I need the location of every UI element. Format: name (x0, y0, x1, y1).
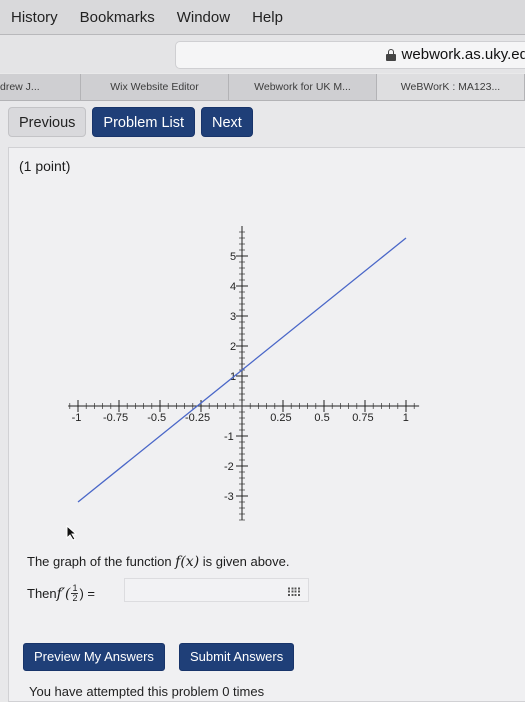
y-tick-label: 2 (230, 341, 236, 353)
address-bar-row: webwork.as.uky.ed (0, 35, 525, 73)
y-tick-label: -3 (224, 491, 234, 503)
attempt-count-text: You have attempted this problem 0 times (29, 684, 265, 699)
tab-drew[interactable]: drew J... (0, 74, 81, 100)
mouse-cursor-icon (66, 525, 78, 541)
function-graph: -1-0.75-0.5-0.250.250.50.75154321-1-2-3 (68, 226, 420, 521)
tab-wix-editor[interactable]: Wix Website Editor (81, 74, 229, 100)
y-tick-label: -2 (224, 461, 234, 473)
problem-points: (1 point) (19, 158, 71, 174)
menu-bookmarks[interactable]: Bookmarks (69, 9, 166, 26)
previous-button[interactable]: Previous (8, 107, 87, 137)
derivative-symbol: f′( (56, 585, 71, 602)
statement-pre: The graph of the function (27, 554, 176, 569)
problem-nav: Previous Problem List Next (8, 107, 253, 137)
tab-webwork-ma123[interactable]: WeBWorK : MA123... (377, 74, 525, 100)
address-field[interactable]: webwork.as.uky.ed (175, 41, 525, 69)
menu-history[interactable]: History (0, 9, 69, 26)
x-tick-label: -0.75 (103, 412, 128, 424)
x-tick-label: -0.25 (185, 412, 210, 424)
tab-webwork-uk[interactable]: Webwork for UK M... (229, 74, 377, 100)
x-tick-label: 0.5 (314, 412, 329, 424)
fraction-denominator: 2 (72, 593, 78, 603)
statement-function: f(x) (175, 554, 200, 570)
tab-bar: drew J... Wix Website Editor Webwork for… (0, 74, 525, 101)
menu-window[interactable]: Window (166, 9, 241, 26)
y-tick-label: 3 (230, 311, 236, 323)
derivative-question: Then f′( 1 2 ) = (27, 584, 95, 603)
menu-help[interactable]: Help (241, 9, 294, 26)
url-text: webwork.as.uky.ed (401, 46, 525, 63)
x-tick-label: -1 (72, 412, 82, 424)
derivative-close: ) = (79, 586, 96, 601)
then-label: Then (27, 586, 57, 601)
x-tick-label: -0.5 (147, 412, 166, 424)
answer-input[interactable] (124, 578, 309, 602)
fraction-one-half: 1 2 (71, 584, 79, 603)
menu-bar: History Bookmarks Window Help (0, 0, 525, 35)
next-button[interactable]: Next (201, 107, 253, 137)
y-tick-label: 5 (230, 251, 236, 263)
x-tick-label: 0.75 (352, 412, 373, 424)
equation-editor-icon[interactable] (288, 586, 300, 596)
y-tick-label: -1 (224, 431, 234, 443)
webwork-page: Previous Problem List Next (1 point) -1 -… (0, 101, 525, 702)
lock-icon (385, 48, 396, 61)
statement-post: is given above. (199, 554, 290, 569)
problem-list-button[interactable]: Problem List (92, 107, 196, 137)
preview-answers-button[interactable]: Preview My Answers (23, 643, 165, 671)
submit-answers-button[interactable]: Submit Answers (179, 643, 295, 671)
x-tick-label: 1 (403, 412, 409, 424)
problem-statement: The graph of the function f(x) is given … (27, 554, 290, 570)
address-text-group: webwork.as.uky.ed (385, 46, 525, 63)
problem-panel: (1 point) -1 -0.75 -0.5 -0.25 0.25 0.5 0.75 1 5 4… (8, 147, 525, 702)
x-tick-label: 0.25 (270, 412, 291, 424)
y-tick-label: 4 (230, 281, 236, 293)
